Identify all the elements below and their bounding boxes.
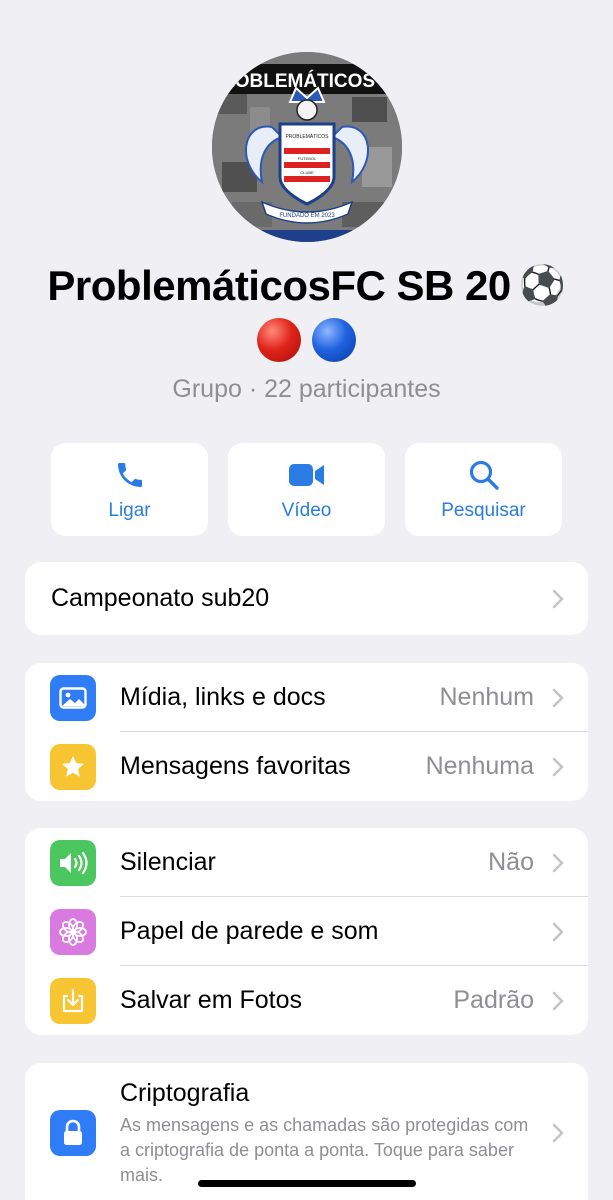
mute-label: Silenciar — [120, 848, 216, 876]
chevron-right-icon — [552, 853, 564, 872]
save-to-photos-row[interactable]: Salvar em Fotos Padrão — [25, 966, 588, 1035]
settings-card: Silenciar Não Papel de parede e som Salv… — [25, 828, 588, 1035]
media-card: Mídia, links e docs Nenhum Mensagens fav… — [25, 663, 588, 801]
action-buttons: Ligar Vídeo Pesquisar — [51, 443, 562, 536]
wallpaper-sound-row[interactable]: Papel de parede e som — [25, 897, 588, 966]
lock-icon — [50, 1110, 96, 1156]
group-description-row[interactable]: Campeonato sub20 — [25, 562, 588, 635]
chevron-right-icon — [552, 589, 564, 608]
save-to-photos-label: Salvar em Fotos — [120, 986, 303, 1014]
download-icon — [50, 977, 96, 1024]
group-subtitle: Grupo · 22 participantes — [172, 375, 441, 403]
wallpaper-sound-label: Papel de parede e som — [120, 917, 379, 945]
soccer-ball-emoji: ⚽ — [518, 265, 566, 307]
svg-text:FUNDADO EM 2023: FUNDADO EM 2023 — [279, 213, 335, 219]
chevron-right-icon — [552, 991, 564, 1010]
home-indicator[interactable] — [198, 1180, 416, 1187]
svg-text:CLUBE: CLUBE — [300, 170, 314, 175]
search-icon — [468, 458, 500, 492]
star-icon — [50, 743, 96, 790]
save-to-photos-value: Padrão — [453, 986, 534, 1014]
mute-value: Não — [488, 848, 534, 876]
group-name-emojis — [0, 318, 613, 366]
chevron-right-icon — [552, 1123, 564, 1143]
group-description-text: Campeonato sub20 — [51, 584, 270, 612]
crest-logo-icon: PROBLEMÁTICOS FC PROBLEMÁTICOS FUTEBOL C… — [212, 52, 402, 242]
starred-messages-row[interactable]: Mensagens favoritas Nenhuma — [25, 732, 588, 801]
speaker-icon — [50, 839, 96, 886]
group-description-card[interactable]: Campeonato sub20 — [25, 562, 588, 635]
media-links-docs-label: Mídia, links e docs — [120, 683, 326, 711]
photo-icon — [50, 674, 96, 721]
starred-messages-value: Nenhuma — [425, 752, 534, 780]
group-name-text: ProblemáticosFC SB 20 — [47, 262, 511, 309]
chevron-right-icon — [552, 757, 564, 776]
svg-text:PROBLEMÁTICOS FC: PROBLEMÁTICOS FC — [212, 70, 402, 92]
video-button[interactable]: Vídeo — [228, 443, 385, 536]
svg-text:PROBLEMÁTICOS: PROBLEMÁTICOS — [285, 133, 329, 140]
search-button[interactable]: Pesquisar — [405, 443, 562, 536]
call-button[interactable]: Ligar — [51, 443, 208, 536]
chevron-right-icon — [552, 688, 564, 707]
video-label: Vídeo — [281, 499, 332, 521]
encryption-title: Criptografia — [120, 1079, 250, 1107]
starred-messages-label: Mensagens favoritas — [120, 752, 351, 780]
phone-icon — [114, 458, 146, 492]
group-name: ProblemáticosFC SB 20 ⚽ — [0, 262, 613, 310]
blue-circle-emoji — [311, 318, 356, 362]
group-info-screen: PROBLEMÁTICOS FC PROBLEMÁTICOS FUTEBOL C… — [0, 0, 613, 1200]
encryption-description: As mensagens e as chamadas são protegida… — [120, 1115, 529, 1185]
group-avatar[interactable]: PROBLEMÁTICOS FC PROBLEMÁTICOS FUTEBOL C… — [212, 52, 402, 242]
flower-icon — [50, 908, 96, 955]
mute-row[interactable]: Silenciar Não — [25, 828, 588, 897]
svg-text:FUTEBOL: FUTEBOL — [298, 156, 317, 161]
chevron-right-icon — [552, 922, 564, 941]
search-label: Pesquisar — [441, 499, 526, 521]
media-links-docs-value: Nenhum — [439, 683, 535, 711]
call-label: Ligar — [108, 499, 151, 521]
video-icon — [288, 458, 326, 492]
media-links-docs-row[interactable]: Mídia, links e docs Nenhum — [25, 663, 588, 732]
red-circle-emoji — [257, 318, 302, 362]
